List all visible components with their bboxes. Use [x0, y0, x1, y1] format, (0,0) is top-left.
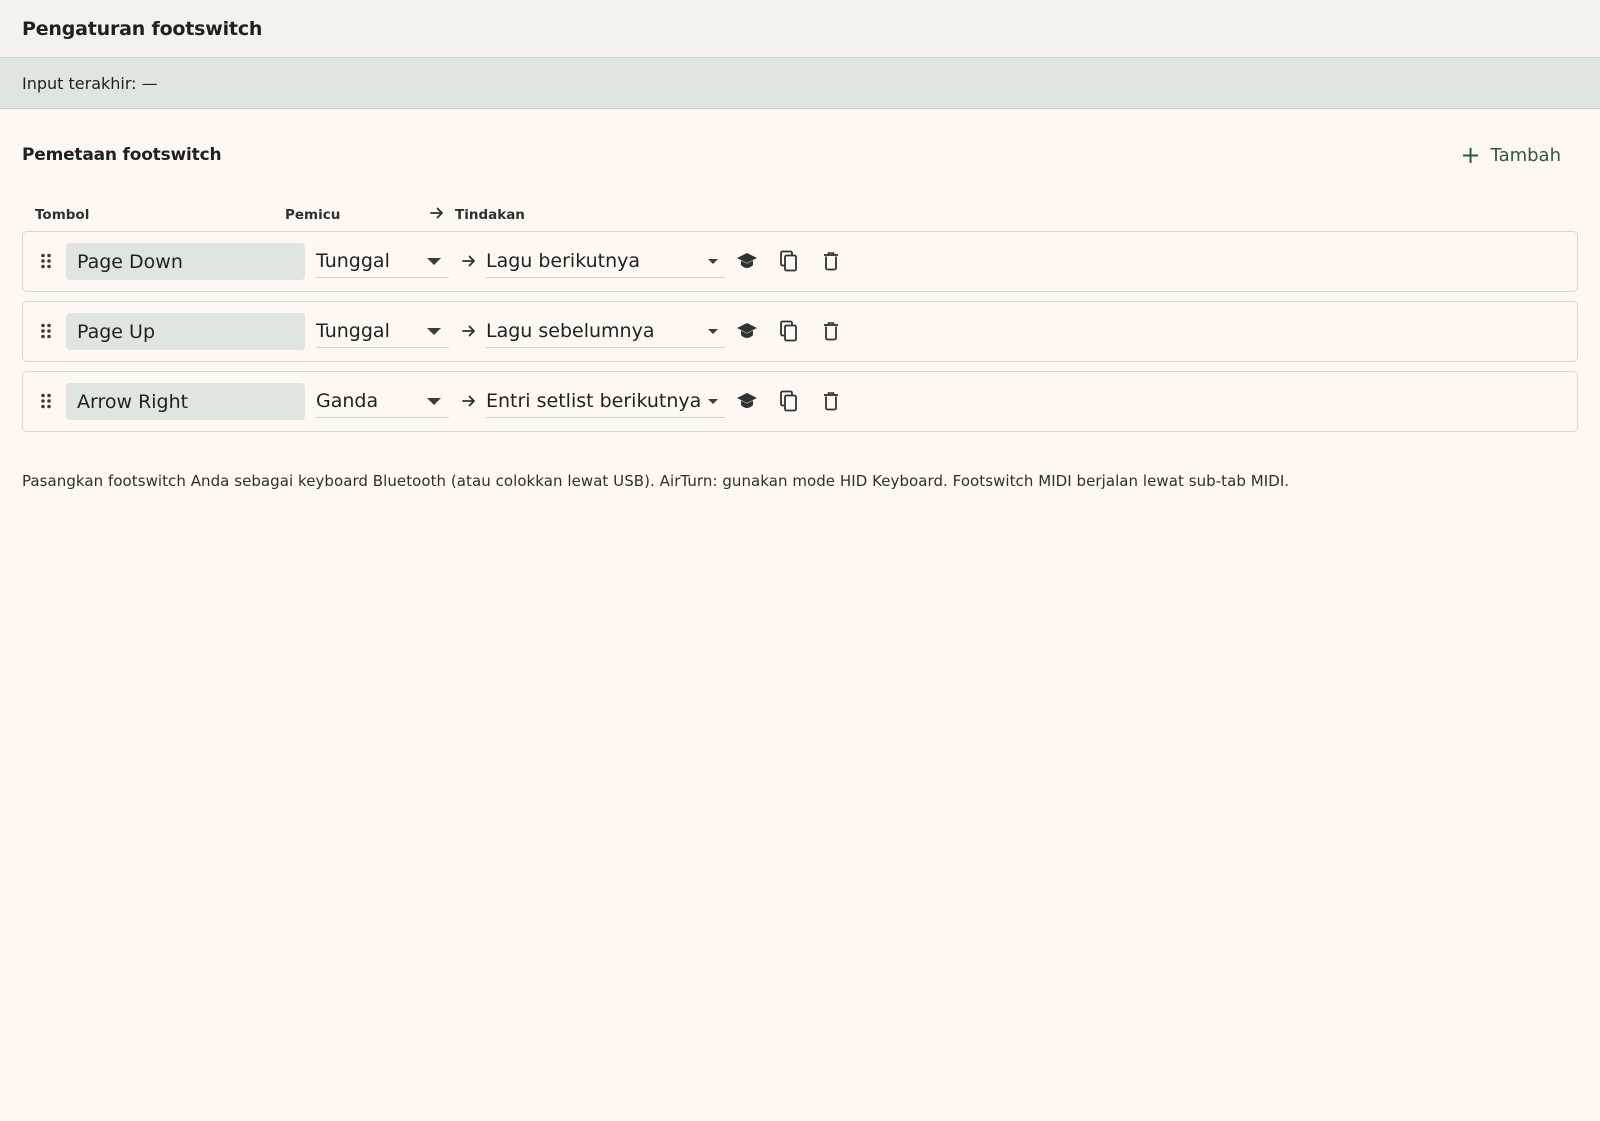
add-button-label: Tambah [1490, 144, 1561, 166]
trigger-select[interactable]: Tunggal [316, 244, 449, 278]
action-select[interactable]: Lagu berikutnya [486, 244, 725, 278]
arrow-right-icon [460, 392, 478, 410]
dropdown-caret-icon [427, 398, 441, 405]
action-select[interactable]: Lagu sebelumnya [486, 314, 725, 348]
trigger-value: Tunggal [316, 249, 390, 272]
mapping-row: Page Down Tunggal Lagu berikutnya [22, 231, 1578, 292]
delete-icon[interactable] [819, 319, 843, 343]
action-value: Lagu berikutnya [486, 249, 641, 272]
trigger-select[interactable]: Tunggal [316, 314, 449, 348]
copy-icon[interactable] [777, 389, 801, 413]
learn-icon[interactable] [735, 249, 759, 273]
dropdown-caret-icon [708, 259, 718, 264]
plus-icon: + [1460, 141, 1481, 169]
trigger-select[interactable]: Ganda [316, 384, 449, 418]
mapping-list: Page Down Tunggal Lagu berikutnya Page U… [22, 231, 1578, 432]
dropdown-caret-icon [708, 399, 718, 404]
key-field[interactable]: Page Down [66, 243, 305, 280]
main-content: Pemetaan footswitch + Tambah Tombol Pemi… [0, 109, 1600, 490]
action-value: Lagu sebelumnya [486, 319, 655, 342]
last-input-text: Input terakhir: — [22, 73, 158, 93]
copy-icon[interactable] [777, 249, 801, 273]
page-title: Pengaturan footswitch [22, 17, 263, 40]
learn-icon[interactable] [735, 389, 759, 413]
delete-icon[interactable] [819, 389, 843, 413]
column-headers: Tombol Pemicu Tindakan [22, 201, 1578, 231]
learn-icon[interactable] [735, 319, 759, 343]
title-bar: Pengaturan footswitch [0, 0, 1600, 58]
section-header: Pemetaan footswitch + Tambah [22, 109, 1578, 201]
dropdown-caret-icon [708, 329, 718, 334]
section-title: Pemetaan footswitch [22, 145, 222, 165]
key-field[interactable]: Page Up [66, 313, 305, 350]
mapping-row: Arrow Right Ganda Entri setlist berikutn… [22, 371, 1578, 432]
dropdown-caret-icon [427, 328, 441, 335]
arrow-right-icon [428, 204, 446, 222]
action-select[interactable]: Entri setlist berikutnya [486, 384, 725, 418]
key-field[interactable]: Arrow Right [66, 383, 305, 420]
copy-icon[interactable] [777, 319, 801, 343]
column-header-trigger: Pemicu [285, 207, 341, 223]
last-input-bar: Input terakhir: — [0, 58, 1600, 109]
delete-icon[interactable] [819, 249, 843, 273]
add-mapping-button[interactable]: + Tambah [1452, 137, 1577, 173]
dropdown-caret-icon [427, 258, 441, 265]
drag-handle-icon[interactable] [37, 252, 55, 270]
help-text: Pasangkan footswitch Anda sebagai keyboa… [22, 472, 1290, 490]
column-header-key: Tombol [35, 207, 90, 223]
action-value: Entri setlist berikutnya [486, 389, 702, 412]
drag-handle-icon[interactable] [37, 392, 55, 410]
arrow-right-icon [460, 322, 478, 340]
arrow-right-icon [460, 252, 478, 270]
drag-handle-icon[interactable] [37, 322, 55, 340]
trigger-value: Tunggal [316, 319, 390, 342]
mapping-row: Page Up Tunggal Lagu sebelumnya [22, 301, 1578, 362]
column-header-action: Tindakan [455, 207, 525, 223]
trigger-value: Ganda [316, 389, 379, 412]
